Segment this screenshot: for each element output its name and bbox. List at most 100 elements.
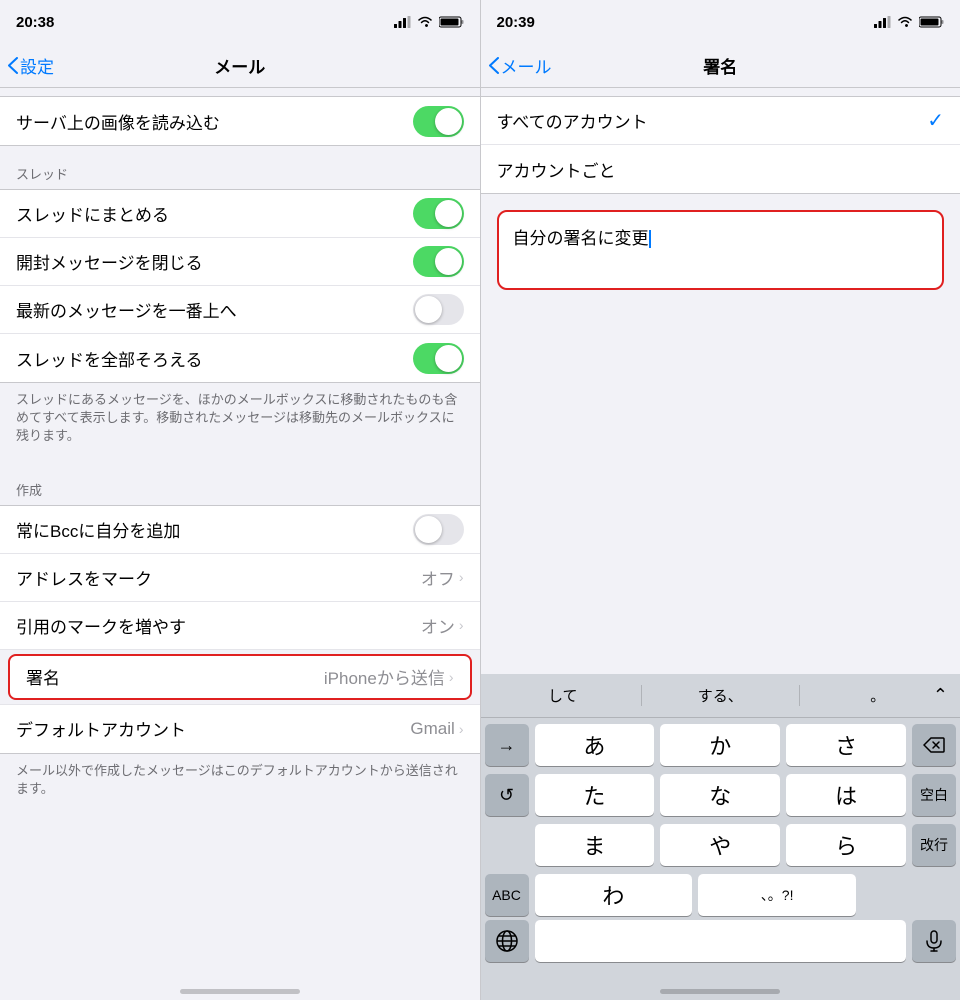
option-per-label: アカウントごと <box>497 157 616 182</box>
quote-item[interactable]: 引用のマークを増やす オン › <box>0 602 480 650</box>
key-ha[interactable]: は <box>786 774 906 816</box>
chevron-icon: › <box>459 569 464 585</box>
chevron-icon-2: › <box>459 617 464 633</box>
thread-toggle-0[interactable] <box>413 198 464 229</box>
thread-label-2: 最新のメッセージを一番上へ <box>16 297 237 322</box>
server-images-item[interactable]: サーバ上の画像を読み込む <box>0 97 480 145</box>
address-item[interactable]: アドレスをマーク オフ › <box>0 554 480 602</box>
chevron-left-icon <box>8 57 18 74</box>
wifi-icon <box>417 16 433 28</box>
key-a[interactable]: あ <box>535 724 655 766</box>
key-na[interactable]: な <box>660 774 780 816</box>
text-cursor <box>649 230 651 248</box>
key-punctuation[interactable]: 、。?! <box>698 874 856 916</box>
thread-item-3[interactable]: スレッドを全部そろえる <box>0 334 480 382</box>
back-button-left[interactable]: 設定 <box>8 53 54 78</box>
signature-value: iPhoneから送信 › <box>324 664 454 689</box>
thread-toggle-1[interactable] <box>413 246 464 277</box>
bcc-toggle[interactable] <box>413 514 464 545</box>
kb-row-2: ↺ た な は 空白 <box>485 774 957 816</box>
thread-item-1[interactable]: 開封メッセージを閉じる <box>0 238 480 286</box>
key-ta[interactable]: た <box>535 774 655 816</box>
key-arrow[interactable]: → <box>485 724 529 766</box>
key-sa[interactable]: さ <box>786 724 906 766</box>
chevron-icon-4: › <box>459 721 464 737</box>
thread-item-0[interactable]: スレッドにまとめる <box>0 190 480 238</box>
signature-input[interactable]: 自分の署名に変更 <box>513 229 651 248</box>
kb-row-4: ABC わ 、。?! <box>485 874 957 916</box>
key-return[interactable]: 改行 <box>912 824 956 866</box>
thread-section-header: スレッド <box>0 146 480 189</box>
key-ra[interactable]: ら <box>786 824 906 866</box>
right-screen: 20:39 メール <box>481 0 960 1000</box>
status-icons-right <box>874 16 944 28</box>
default-account-item[interactable]: デフォルトアカウント Gmail › <box>0 705 480 753</box>
back-button-right[interactable]: メール <box>489 53 552 78</box>
address-value: オフ › <box>421 565 464 590</box>
toggle-thumb <box>435 108 462 135</box>
thread-footer: スレッドにあるメッセージを、ほかのメールボックスに移動されたものも含めてすべて表… <box>0 383 480 462</box>
signature-spacer <box>481 298 960 674</box>
battery-icon <box>439 16 464 28</box>
nav-bar-right: メール 署名 <box>481 44 960 88</box>
mic-key[interactable] <box>912 920 956 962</box>
time-right: 20:39 <box>497 14 535 31</box>
compose-group: 常にBccに自分を追加 アドレスをマーク オフ › 引用のマークを増やす オン … <box>0 505 480 754</box>
signature-label: 署名 <box>26 664 60 689</box>
key-ka[interactable]: か <box>660 724 780 766</box>
left-content: サーバ上の画像を読み込む スレッド スレッドにまとめる 開封メッセージを閉じる … <box>0 88 480 970</box>
thread-item-2[interactable]: 最新のメッセージを一番上へ <box>0 286 480 334</box>
key-undo[interactable]: ↺ <box>485 774 529 816</box>
quote-value: オン › <box>421 613 464 638</box>
keyboard: して する、 。 ⌃ → あ か さ <box>481 674 960 1000</box>
option-all-accounts[interactable]: すべてのアカウント ✓ <box>481 97 960 145</box>
home-bar-right <box>660 989 780 994</box>
status-bar-right: 20:39 <box>481 0 960 44</box>
thread-label-3: スレッドを全部そろえる <box>16 346 203 371</box>
globe-key[interactable] <box>485 920 529 962</box>
key-wa[interactable]: わ <box>535 874 693 916</box>
default-account-value: Gmail › <box>410 719 463 739</box>
home-bar-left <box>180 989 300 994</box>
suggestion-0[interactable]: して <box>485 685 643 706</box>
nav-title-right: 署名 <box>703 53 737 78</box>
thread-label-1: 開封メッセージを閉じる <box>16 249 203 274</box>
home-indicator-right <box>481 970 960 1000</box>
key-empty-3 <box>912 874 956 916</box>
chevron-icon-3: › <box>449 669 454 685</box>
thread-toggle-2[interactable] <box>413 294 464 325</box>
server-images-label: サーバ上の画像を読み込む <box>16 109 220 134</box>
kb-key-rows: → あ か さ ↺ た な は 空白 <box>481 718 960 920</box>
left-screen: 20:38 <box>0 0 480 1000</box>
globe-icon <box>496 930 518 952</box>
status-icons-left <box>394 16 464 28</box>
thread-toggle-3[interactable] <box>413 343 464 374</box>
server-images-toggle[interactable] <box>413 106 464 137</box>
delete-icon <box>923 737 945 753</box>
kb-row-1: → あ か さ <box>485 724 957 766</box>
key-ya[interactable]: や <box>660 824 780 866</box>
nav-bar-left: 設定 メール <box>0 44 480 88</box>
key-delete[interactable] <box>912 724 956 766</box>
signature-wrapper: 署名 iPhoneから送信 › <box>0 650 480 705</box>
key-ma[interactable]: ま <box>535 824 655 866</box>
home-indicator-left <box>0 970 480 1000</box>
key-abc[interactable]: ABC <box>485 874 529 916</box>
compose-footer: メール以外で作成したメッセージはこのデフォルトアカウントから送信されます。 <box>0 754 480 814</box>
signature-box[interactable]: 自分の署名に変更 <box>497 210 945 290</box>
signature-item[interactable]: 署名 iPhoneから送信 › <box>8 654 472 700</box>
key-space[interactable]: 空白 <box>912 774 956 816</box>
battery-icon-right <box>919 16 944 28</box>
back-label-right: メール <box>501 53 552 78</box>
suggestion-1[interactable]: する、 <box>642 685 799 706</box>
space-key[interactable] <box>535 920 907 962</box>
bcc-label: 常にBccに自分を追加 <box>16 517 180 542</box>
kb-hide-icon[interactable]: ⌃ <box>933 685 948 706</box>
key-empty <box>485 824 529 866</box>
time-left: 20:38 <box>16 14 54 31</box>
thread-group: スレッドにまとめる 開封メッセージを閉じる 最新のメッセージを一番上へ スレッド… <box>0 189 480 383</box>
bcc-item[interactable]: 常にBccに自分を追加 <box>0 506 480 554</box>
kb-bottom-row <box>481 920 960 970</box>
key-empty-2 <box>862 874 906 916</box>
option-per-account[interactable]: アカウントごと <box>481 145 960 193</box>
